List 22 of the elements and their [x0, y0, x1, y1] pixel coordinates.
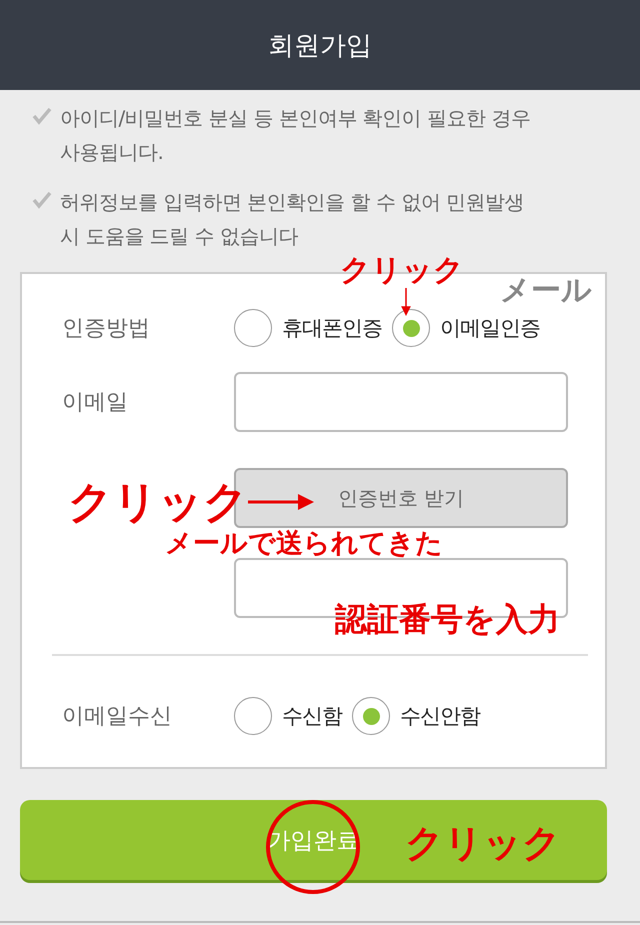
annotation-text: メール [500, 276, 592, 306]
radio-button[interactable] [234, 697, 272, 735]
radio-label[interactable]: 이메일인증 [440, 314, 540, 342]
annotation-text: 認証番号を入力 [335, 599, 560, 640]
arrow-annotation [248, 494, 314, 510]
radio-button[interactable] [234, 309, 272, 347]
annotation-text: メールで送られてきた [165, 530, 443, 557]
field-label: 이메일 [62, 389, 129, 417]
radio-label[interactable]: 수신안함 [400, 702, 480, 730]
note-text: 허위정보를 입력하면 본인확인을 할 수 없어 민원발생 시 도움을 드릴 수 없습니다 [60, 189, 526, 250]
field-label: 이메일수신 [62, 703, 173, 731]
note-text: 아이디/비밀번호 분실 등 본인여부 확인이 필요한 경우 사용됩니다. [60, 105, 532, 166]
check-icon [32, 107, 52, 125]
page-title: 회원가입 [268, 30, 372, 62]
radio-label[interactable]: 수신함 [282, 702, 342, 730]
annotation-text: クリック [340, 256, 464, 286]
radio-button[interactable] [352, 697, 390, 735]
radio-label[interactable]: 휴대폰인증 [282, 314, 382, 342]
field-label: 인증방법 [62, 315, 151, 343]
annotation-text: クリック [405, 820, 561, 867]
check-icon [32, 191, 52, 209]
email-field[interactable] [234, 372, 568, 432]
